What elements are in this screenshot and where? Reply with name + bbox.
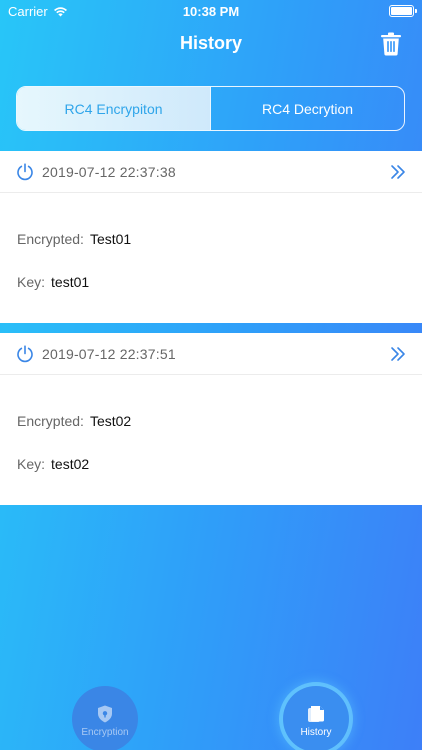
- record-header: 2019-07-12 22:37:38: [0, 151, 422, 193]
- tab-rc4-encryption[interactable]: RC4 Encrypiton: [17, 87, 210, 130]
- encrypted-label: Encrypted:: [17, 413, 84, 429]
- battery-icon: [389, 5, 417, 17]
- shield-icon: [98, 705, 112, 723]
- encrypted-label: Encrypted:: [17, 231, 84, 247]
- encrypted-row: Encrypted: Test02: [17, 413, 131, 429]
- key-row: Key: test02: [17, 456, 89, 472]
- tab-encryption[interactable]: Encryption: [72, 686, 138, 750]
- power-icon: [17, 344, 33, 362]
- tab-history[interactable]: History: [283, 686, 349, 750]
- status-time: 10:38 PM: [182, 4, 240, 19]
- segmented-control: RC4 Encrypiton RC4 Decrytion: [16, 86, 405, 131]
- history-record-card[interactable]: 2019-07-12 22:37:38 Encrypted: Test01 Key…: [0, 151, 422, 323]
- double-chevron-right-icon[interactable]: [390, 164, 406, 180]
- encrypted-row: Encrypted: Test01: [17, 231, 131, 247]
- history-record-card[interactable]: 2019-07-12 22:37:51 Encrypted: Test02 Key…: [0, 333, 422, 505]
- key-label: Key:: [17, 274, 46, 290]
- tab-rc4-decryption[interactable]: RC4 Decrytion: [211, 87, 404, 130]
- record-date: 2019-07-12 22:37:38: [42, 163, 176, 180]
- key-row: Key: test01: [17, 274, 89, 290]
- power-icon: [17, 162, 33, 180]
- record-date: 2019-07-12 22:37:51: [42, 345, 176, 362]
- encrypted-value: Test02: [89, 413, 132, 429]
- tab-history-label: History: [300, 727, 332, 738]
- status-bar: Carrier 10:38 PM: [0, 0, 422, 22]
- trash-icon[interactable]: [380, 32, 402, 56]
- nav-bar: History: [0, 22, 422, 66]
- page-title: History: [179, 33, 242, 53]
- key-label: Key:: [17, 456, 46, 472]
- key-value: test01: [51, 274, 90, 290]
- encrypted-value: Test01: [89, 231, 132, 247]
- key-value: test02: [51, 456, 90, 472]
- tab-encryption-label: Encryption: [81, 727, 129, 738]
- double-chevron-right-icon[interactable]: [390, 346, 406, 362]
- record-header: 2019-07-12 22:37:51: [0, 333, 422, 375]
- history-icon: [308, 706, 324, 722]
